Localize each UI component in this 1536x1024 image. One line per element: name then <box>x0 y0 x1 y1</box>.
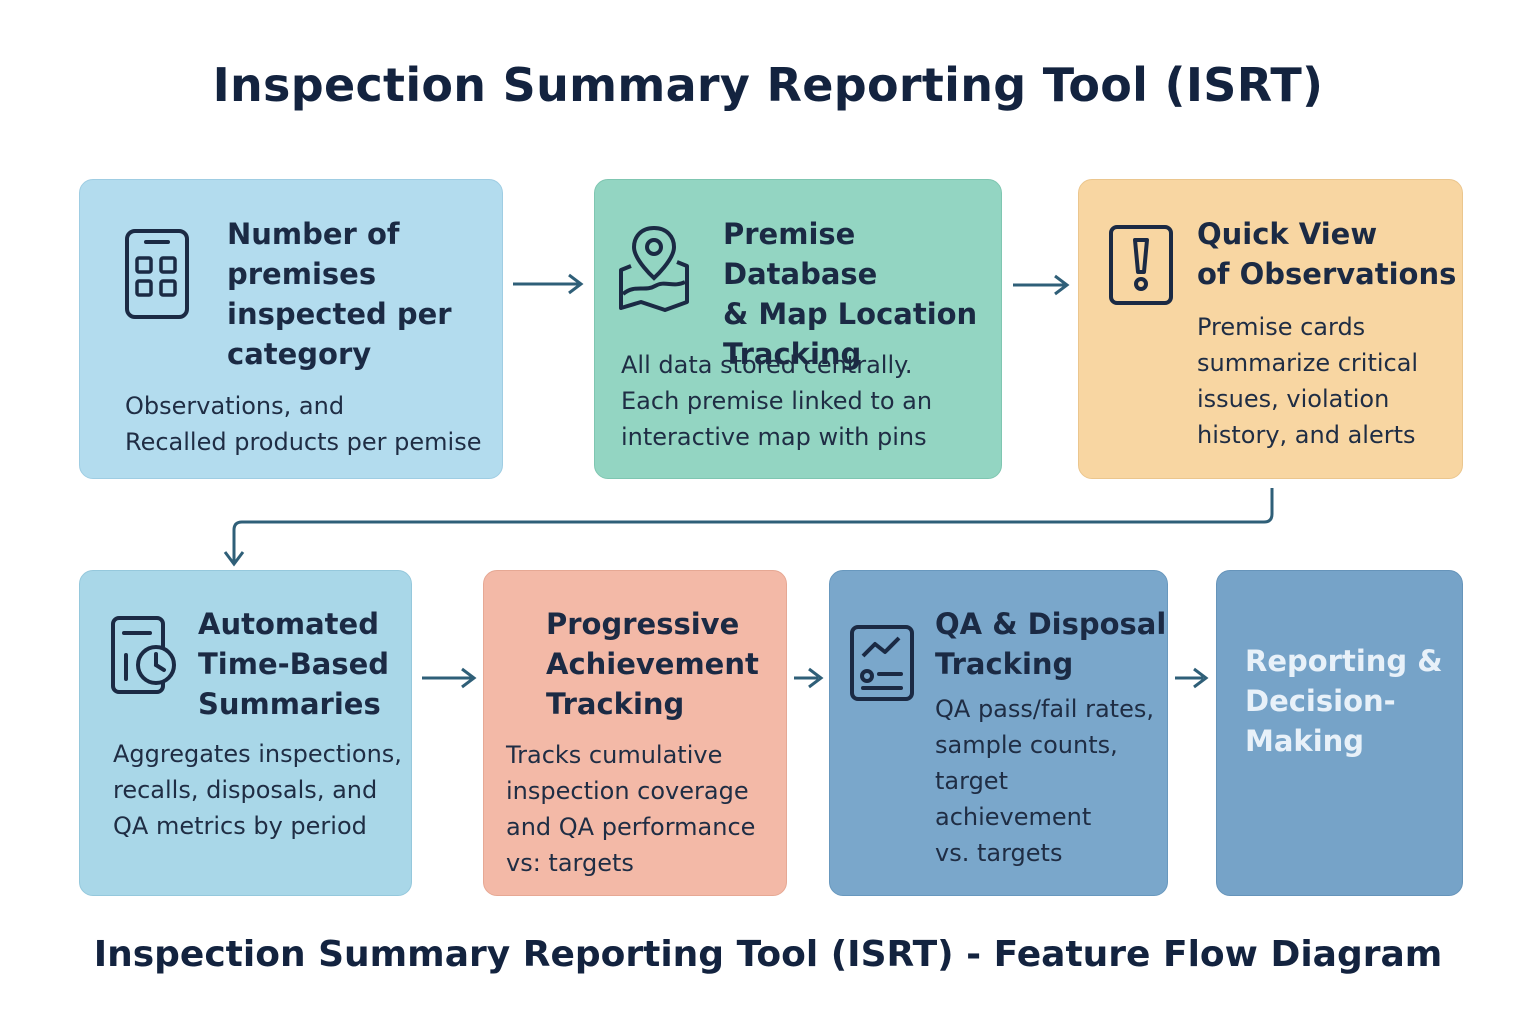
heading-line: Quick View <box>1197 217 1378 251</box>
heading-line: Reporting & <box>1245 644 1443 678</box>
heading-line: Automated <box>198 607 379 641</box>
node-heading: QA & Disposal Tracking <box>935 604 1166 684</box>
node-heading: Reporting & Decision- Making <box>1245 641 1443 761</box>
heading-line: & Map Location <box>723 297 978 331</box>
node-quick-view-observations: Quick View of Observations Premise cards… <box>1078 179 1463 479</box>
desc-line: Premise cards <box>1197 313 1366 341</box>
desc-line: QA pass/fail rates, <box>935 695 1154 723</box>
heading-line: Tracking <box>546 687 685 721</box>
flow-arrow <box>1011 273 1071 297</box>
node-premise-database-map: Premise Database & Map Location Tracking… <box>594 179 1002 479</box>
map-pin-icon <box>617 222 691 314</box>
flow-arrow <box>792 666 824 690</box>
heading-line: category <box>227 337 372 371</box>
desc-line: history, and alerts <box>1197 421 1416 449</box>
node-heading: Number of premises inspected per categor… <box>227 214 452 374</box>
desc-line: interactive map with pins <box>621 423 927 451</box>
heading-line: Summaries <box>198 687 381 721</box>
desc-line: sample counts, <box>935 731 1118 759</box>
heading-line: Decision- <box>1245 684 1396 718</box>
desc-line: vs: targets <box>506 849 634 877</box>
heading-line: QA & Disposal <box>935 607 1167 641</box>
node-heading: Automated Time-Based Summaries <box>198 604 389 724</box>
flow-connector <box>220 486 1280 570</box>
node-automated-summaries: Automated Time-Based Summaries Aggregate… <box>79 570 412 896</box>
heading-line: inspected per <box>227 297 452 331</box>
desc-line: recalls, disposals, and <box>113 776 378 804</box>
desc-line: summarize critical <box>1197 349 1419 377</box>
heading-line: Tracking <box>935 647 1074 681</box>
node-progressive-achievement: Progressive Achievement Tracking Tracks … <box>483 570 787 896</box>
desc-line: vs. targets <box>935 839 1063 867</box>
diagram-caption: Inspection Summary Reporting Tool (ISRT)… <box>93 934 1443 975</box>
desc-line: Observations, and <box>125 392 345 420</box>
heading-line: premises <box>227 257 377 291</box>
node-premises-per-category: Number of premises inspected per categor… <box>79 179 503 479</box>
flow-arrow <box>420 666 478 690</box>
calendar-clock-icon <box>110 615 180 697</box>
heading-line: Premise Database <box>723 217 878 291</box>
heading-line: Progressive <box>546 607 740 641</box>
desc-line: Recalled products per pemise <box>125 428 482 456</box>
desc-line: QA metrics by period <box>113 812 367 840</box>
desc-line: and QA performance <box>506 813 756 841</box>
heading-line: of Observations <box>1197 257 1457 291</box>
flow-arrow <box>1173 666 1209 690</box>
desc-line: achievement <box>935 803 1092 831</box>
desc-line: Each premise linked to an <box>621 387 933 415</box>
diagram-title: Inspection Summary Reporting Tool (ISRT) <box>212 58 1324 112</box>
desc-line: issues, violation <box>1197 385 1390 413</box>
grid-app-icon <box>124 228 190 320</box>
desc-line: Aggregates inspections, <box>113 740 402 768</box>
node-description: All data stored centrally. Each premise … <box>621 347 932 455</box>
node-qa-disposal: QA & Disposal Tracking QA pass/fail rate… <box>829 570 1168 896</box>
node-description: Aggregates inspections, recalls, disposa… <box>113 736 402 844</box>
heading-line: Number of <box>227 217 400 251</box>
node-description: Observations, and Recalled products per … <box>125 388 481 460</box>
node-description: Premise cards summarize critical issues,… <box>1197 309 1418 453</box>
node-description: Tracks cumulative inspection coverage an… <box>506 737 755 881</box>
desc-line: inspection coverage <box>506 777 749 805</box>
node-description: QA pass/fail rates, sample counts, targe… <box>935 691 1154 871</box>
node-reporting-decision-making: Reporting & Decision- Making <box>1216 570 1463 896</box>
heading-line: Making <box>1245 724 1365 758</box>
desc-line: Tracks cumulative <box>506 741 723 769</box>
desc-line: target <box>935 767 1008 795</box>
alert-card-icon <box>1108 224 1174 306</box>
flow-arrow <box>511 272 585 296</box>
node-heading: Progressive Achievement Tracking <box>546 604 759 724</box>
heading-line: Achievement <box>546 647 759 681</box>
desc-line: All data stored centrally. <box>621 351 913 379</box>
chart-report-icon <box>849 624 915 702</box>
node-heading: Quick View of Observations <box>1197 214 1456 294</box>
heading-line: Time-Based <box>198 647 390 681</box>
